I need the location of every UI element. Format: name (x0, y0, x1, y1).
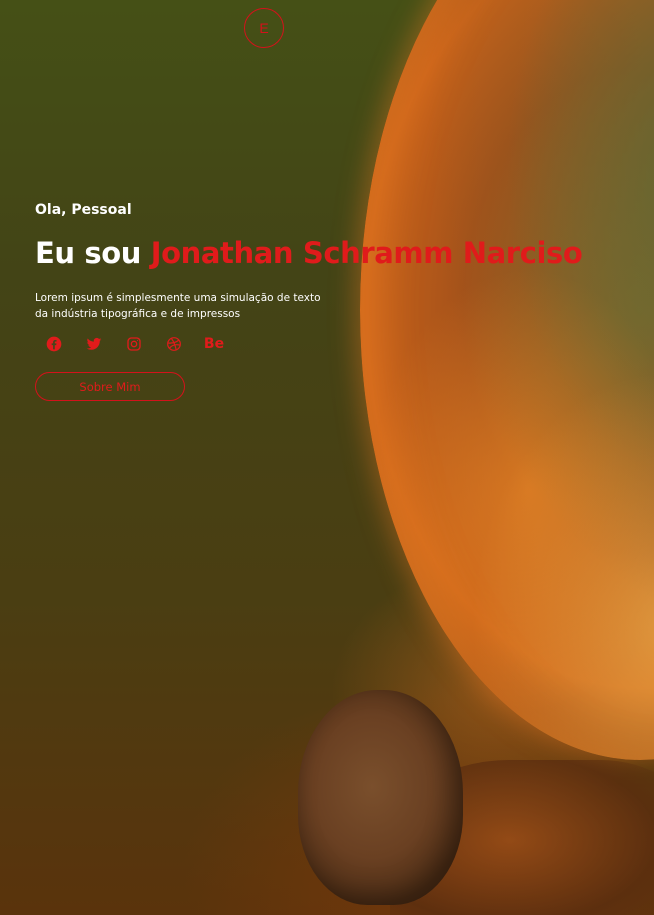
headline-prefix: Eu sou (35, 236, 141, 270)
site-logo[interactable]: E (244, 8, 284, 48)
instagram-icon[interactable] (125, 335, 143, 353)
about-me-button[interactable]: Sobre Mim (35, 372, 185, 401)
hero-greeting: Ola, Pessoal (35, 202, 132, 218)
facebook-icon[interactable] (45, 335, 63, 353)
description-line-1: Lorem ipsum é simplesmente uma simulação… (35, 292, 321, 304)
social-links: Be (45, 335, 224, 353)
description-line-2: da indústria tipográfica e de impressos (35, 308, 241, 320)
hand-thumb-image (298, 690, 463, 905)
behance-icon[interactable]: Be (204, 335, 224, 353)
hero-headline: Eu sou Jonathan Schramm Narciso (35, 236, 583, 270)
hero-description: Lorem ipsum é simplesmente uma simulação… (35, 290, 325, 322)
hero-background (0, 0, 654, 915)
dribbble-icon[interactable] (165, 335, 183, 353)
headline-name: Jonathan Schramm Narciso (150, 236, 583, 270)
twitter-icon[interactable] (85, 335, 103, 353)
